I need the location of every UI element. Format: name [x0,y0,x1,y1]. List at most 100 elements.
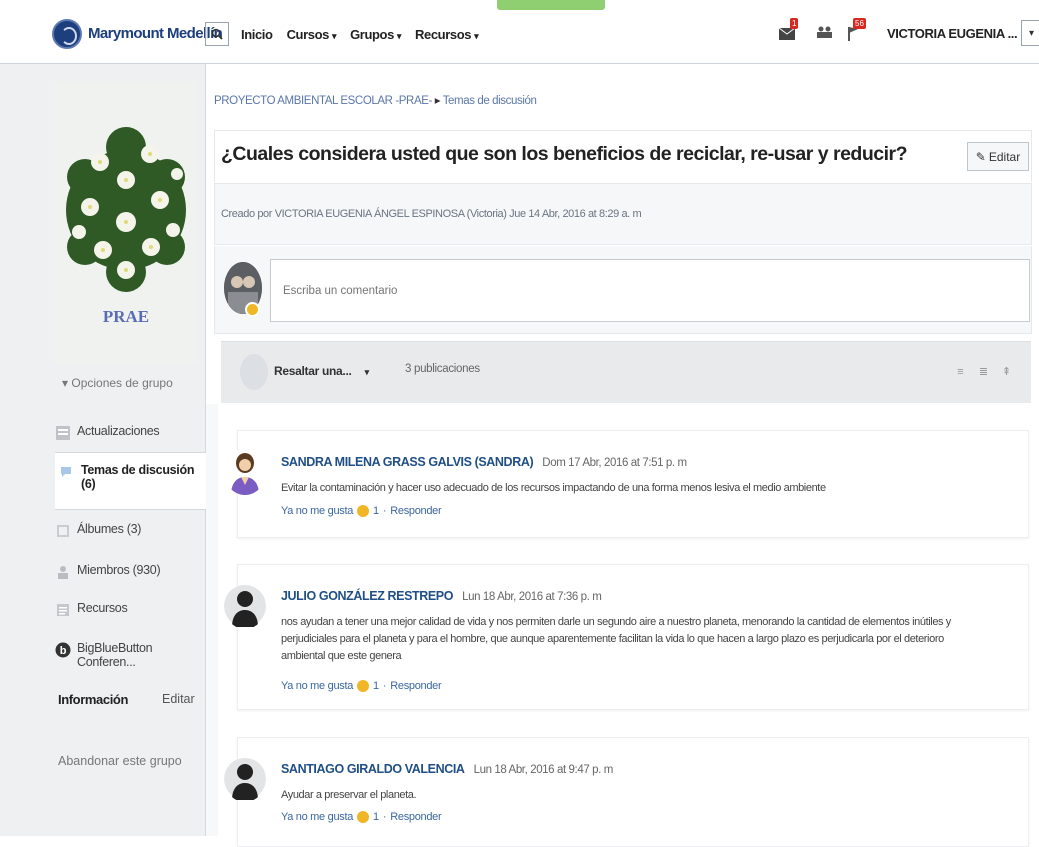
sidebar-item-resources[interactable]: Recursos [55,601,207,623]
avatar [224,756,266,802]
pencil-icon: ✎ [975,149,986,164]
like-count: 1 [373,505,379,517]
like-count: 1 [373,811,379,823]
user-menu-name[interactable]: VICTORIA EUGENIA ... [887,26,1018,41]
top-navbar: Marymount Medellín Inicio Cursos ▾ Grupos… [0,0,1039,64]
separator-dot: · [382,811,387,823]
chevron-down-icon: ▾ [396,31,402,41]
view-toggle-group: ≡ ≣ ⇞ [955,366,1012,378]
breadcrumb-separator: ▸ [434,95,441,107]
post-author[interactable]: SANDRA MILENA GRASS GALVIS (SANDRA) [281,455,534,469]
nav-grupos[interactable]: Grupos ▾ [350,27,401,42]
post-header: JULIO GONZÁLEZ RESTREPO Lun 18 Abr, 2016… [281,589,602,603]
post-body: nos ayudan a tener una mejor calidad de … [281,616,951,662]
nav-cursos[interactable]: Cursos ▾ [287,27,337,42]
group-image[interactable]: PRAE [55,82,197,364]
default-avatar-icon [224,758,266,800]
avatar [224,583,266,629]
highlight-avatar-placeholder [240,354,268,390]
like-count: 1 [373,680,379,692]
default-avatar-icon [224,585,266,627]
main-nav: Inicio Cursos ▾ Grupos ▾ Recursos ▾ [241,27,479,42]
female-avatar-icon [224,449,266,495]
sidebar-item-albums[interactable]: Álbumes (3) [55,522,207,544]
topic-meta: Creado por VICTORIA EUGENIA ÁNGEL ESPINO… [221,208,642,220]
avatar [224,449,266,495]
updates-icon [56,426,70,440]
comment-input[interactable] [270,259,1030,322]
info-heading: Información [58,692,128,707]
sidebar-item-updates[interactable]: Actualizaciones [55,424,207,446]
bigbluebutton-icon: b [55,642,71,658]
unlike-link[interactable]: Ya no me gusta [281,680,353,692]
breadcrumb-section-link[interactable]: Temas de discusión [443,95,537,107]
group-image-label: PRAE [103,307,149,326]
post-actions: Ya no me gusta 1 · Responder [281,505,442,517]
flower-wreath-icon: PRAE [55,82,197,364]
list-view-icon[interactable]: ≣ [978,366,989,378]
unlike-link[interactable]: Ya no me gusta [281,505,353,517]
school-logo[interactable] [52,19,82,49]
compact-view-icon[interactable]: ≡ [955,366,966,378]
chevron-down-icon: ▾ [474,31,479,41]
notifications-button[interactable]: 56 [844,18,866,43]
messages-button[interactable]: 1 [778,18,800,43]
page-title: ¿Cuales considera usted que son los bene… [221,143,908,165]
smiley-icon [357,680,370,692]
sidebar-item-label: BigBlueButton Conferen... [77,641,153,669]
sidebar-item-label: Actualizaciones [77,424,160,438]
post-body: Ayudar a preservar el planeta. [281,789,417,801]
notifications-badge: 56 [853,18,866,29]
unlike-link[interactable]: Ya no me gusta [281,811,353,823]
post-author[interactable]: SANTIAGO GIRALDO VALENCIA [281,762,465,776]
messages-badge: 1 [790,18,799,29]
search-icon [211,28,223,40]
user-menu-dropdown[interactable]: ▾ [1021,20,1039,46]
post-actions: Ya no me gusta 1 · Responder [281,680,442,692]
publication-count: 3 publicaciones [405,363,480,375]
leave-group-link[interactable]: Abandonar este grupo [58,754,182,768]
sidebar-item-label: Miembros (930) [77,563,161,577]
chevron-down-icon: ▾ [364,367,370,377]
reply-link[interactable]: Responder [390,811,441,823]
edit-topic-button[interactable]: ✎ Editar [967,142,1029,171]
post-date: Lun 18 Abr, 2016 at 7:36 p. m [462,591,602,603]
chevron-down-icon: ▾ [1028,27,1035,39]
collapse-icon[interactable]: ⇞ [1001,366,1012,378]
sidebar-item-label: Álbumes (3) [77,522,142,536]
post-actions: Ya no me gusta 1 · Responder [281,811,442,823]
content-gutter [206,404,218,836]
separator-dot: · [382,680,387,692]
highlight-dropdown[interactable]: Resaltar una... ▾ [274,364,369,378]
breadcrumb: PROYECTO AMBIENTAL ESCOLAR -PRAE- ▸ Tema… [214,93,537,107]
sidebar-item-label: Recursos [77,601,128,615]
smiley-icon [357,811,370,823]
sidebar-item-discussions[interactable]: Temas de discusión (6) [55,452,207,510]
post-header: SANTIAGO GIRALDO VALENCIA Lun 18 Abr, 20… [281,762,613,776]
album-icon [57,525,69,537]
post-body: Evitar la contaminación y hacer uso adec… [281,482,826,494]
breadcrumb-group-link[interactable]: PROYECTO AMBIENTAL ESCOLAR -PRAE- [214,95,432,107]
nav-recursos[interactable]: Recursos ▾ [415,27,479,42]
post-date: Lun 18 Abr, 2016 at 9:47 p. m [473,764,614,776]
discussion-icon [61,467,71,477]
post-author[interactable]: JULIO GONZÁLEZ RESTREPO [281,589,453,603]
separator-dot: · [382,505,387,517]
progress-strip [497,0,605,10]
sidebar-item-members[interactable]: Miembros (930) [55,563,207,585]
nav-inicio[interactable]: Inicio [241,27,273,42]
info-edit-link[interactable]: Editar [162,692,195,706]
reply-link[interactable]: Responder [390,680,441,692]
chevron-down-icon: ▾ [331,31,337,41]
post-header: SANDRA MILENA GRASS GALVIS (SANDRA) Dom … [281,455,687,469]
sidebar-item-label: Temas de discusión (6) [81,463,195,491]
resources-icon [57,604,69,616]
friend-requests-button[interactable] [814,21,836,43]
group-options-toggle[interactable]: ▾ Opciones de grupo [62,376,173,390]
brand-name[interactable]: Marymount Medellín [88,25,223,42]
users-icon [817,26,832,38]
reply-link[interactable]: Responder [390,505,441,517]
sidebar-item-bigbluebutton[interactable]: b BigBlueButton Conferen... [55,641,207,669]
svg-text:b: b [60,645,67,657]
search-button[interactable] [205,22,229,46]
